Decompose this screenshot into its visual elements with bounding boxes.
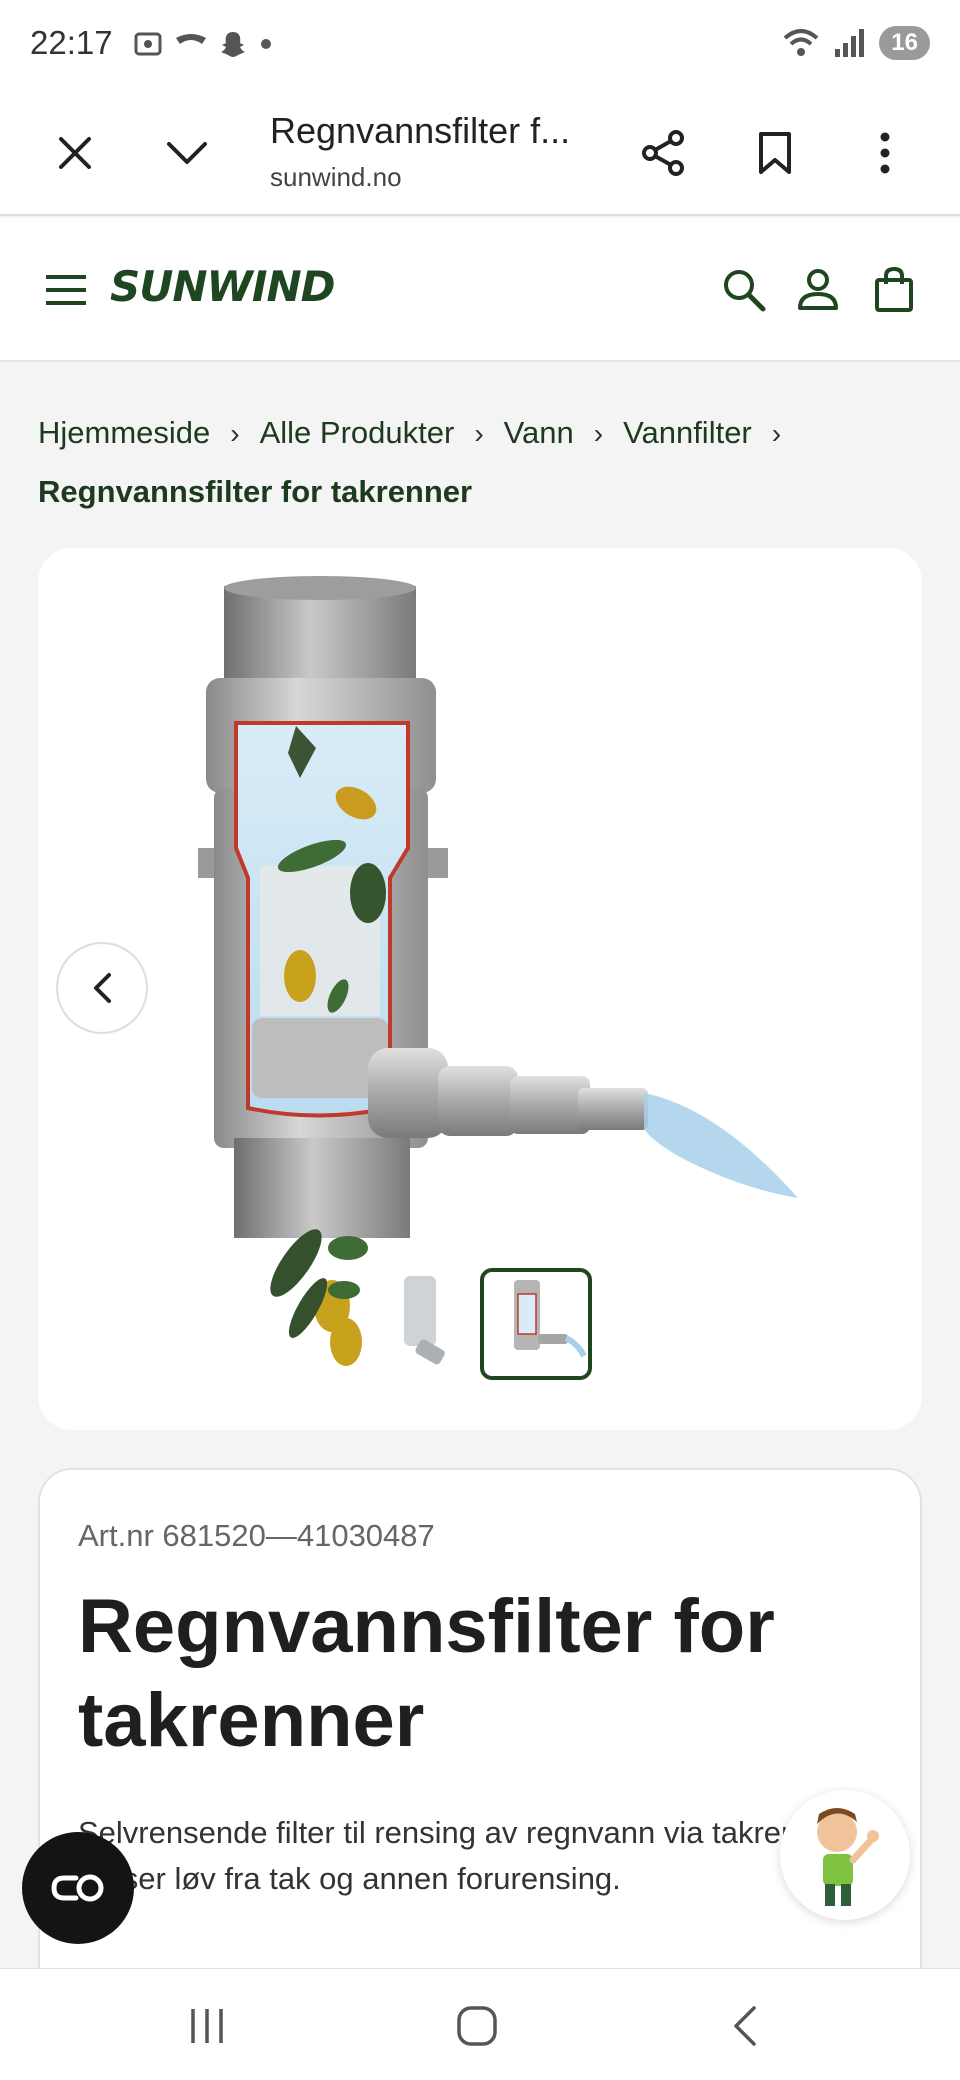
dot-icon <box>261 39 271 49</box>
search-button[interactable] <box>712 258 776 322</box>
page-title-tab[interactable]: Regnvannsfilter f... <box>270 110 570 152</box>
system-nav-bar <box>0 1968 960 2080</box>
chevron-down-icon <box>167 142 207 164</box>
menu-button[interactable] <box>34 258 98 322</box>
account-icon <box>798 269 838 310</box>
product-gallery[interactable] <box>38 548 922 1430</box>
cookie-consent-button[interactable] <box>22 1832 134 1944</box>
account-button[interactable] <box>786 258 850 322</box>
breadcrumb-all-products[interactable]: Alle Produkter <box>260 404 455 462</box>
home-icon <box>457 2006 497 2046</box>
home-button[interactable] <box>442 1991 512 2061</box>
breadcrumb-separator: › <box>771 418 782 449</box>
chevron-left-icon <box>94 973 111 1003</box>
cart-button[interactable] <box>862 258 926 322</box>
breadcrumb-separator: › <box>230 418 240 449</box>
tripadvisor-icon <box>176 34 206 44</box>
recent-apps-icon <box>191 2009 223 2043</box>
share-button[interactable] <box>630 120 696 186</box>
sunwind-logo[interactable]: SUNWIND <box>110 262 335 311</box>
search-icon <box>724 270 766 312</box>
snapchat-icon <box>221 32 245 57</box>
thumbnail-3[interactable] <box>480 1268 592 1380</box>
chat-assistant-button[interactable] <box>780 1790 910 1920</box>
thumbnail-image-cutaway <box>514 1280 587 1358</box>
page-url[interactable]: sunwind.no <box>270 162 402 193</box>
cookie-settings-icon <box>51 1874 104 1902</box>
breadcrumb: Hjemmeside › Alle Produkter › Vann › Vannfilte… <box>38 404 928 521</box>
breadcrumb-water-filter[interactable]: Vannfilter <box>623 404 752 462</box>
gallery-prev-button[interactable] <box>56 942 148 1034</box>
bookmark-icon <box>759 132 791 174</box>
browser-toolbar: Regnvannsfilter f... sunwind.no <box>0 90 960 216</box>
thumbnail-1[interactable] <box>268 1268 380 1380</box>
close-tab-button[interactable] <box>42 120 108 186</box>
breadcrumb-separator: › <box>474 418 484 449</box>
screenshot-icon <box>134 32 162 56</box>
cart-icon <box>875 266 913 312</box>
breadcrumb-water[interactable]: Vann <box>504 404 574 462</box>
close-icon <box>59 137 91 169</box>
status-bar: 22:17 16 <box>0 0 960 90</box>
breadcrumb-home[interactable]: Hjemmeside <box>38 404 210 462</box>
menu-icon <box>46 275 86 305</box>
thumbnail-image-filter <box>404 1276 445 1365</box>
site-header: SUNWIND <box>0 218 960 362</box>
battery-icon: 16 <box>879 26 930 60</box>
product-description: Selvrensende filter til rensing av regnv… <box>78 1815 850 1896</box>
breadcrumb-separator: › <box>593 418 604 449</box>
back-button[interactable] <box>710 1991 780 2061</box>
more-options-button[interactable] <box>852 120 918 186</box>
thumbnail-image-debris <box>288 1278 362 1366</box>
minimize-tab-button[interactable] <box>154 120 220 186</box>
assistant-avatar-icon <box>817 1808 879 1906</box>
status-time: 22:17 <box>30 24 113 61</box>
wifi-icon <box>783 29 819 56</box>
signal-icon <box>835 29 865 57</box>
more-vert-icon <box>880 132 890 174</box>
share-icon <box>642 130 684 176</box>
product-title: Regnvannsfilter for takrenner <box>78 1584 775 1763</box>
article-number: Art.nr 681520—41030487 <box>78 1518 435 1553</box>
back-icon <box>734 2006 756 2046</box>
thumbnail-2[interactable] <box>366 1268 478 1380</box>
breadcrumb-current: Regnvannsfilter for takrenner <box>38 474 473 509</box>
bookmark-button[interactable] <box>742 120 808 186</box>
recent-apps-button[interactable] <box>172 1991 242 2061</box>
